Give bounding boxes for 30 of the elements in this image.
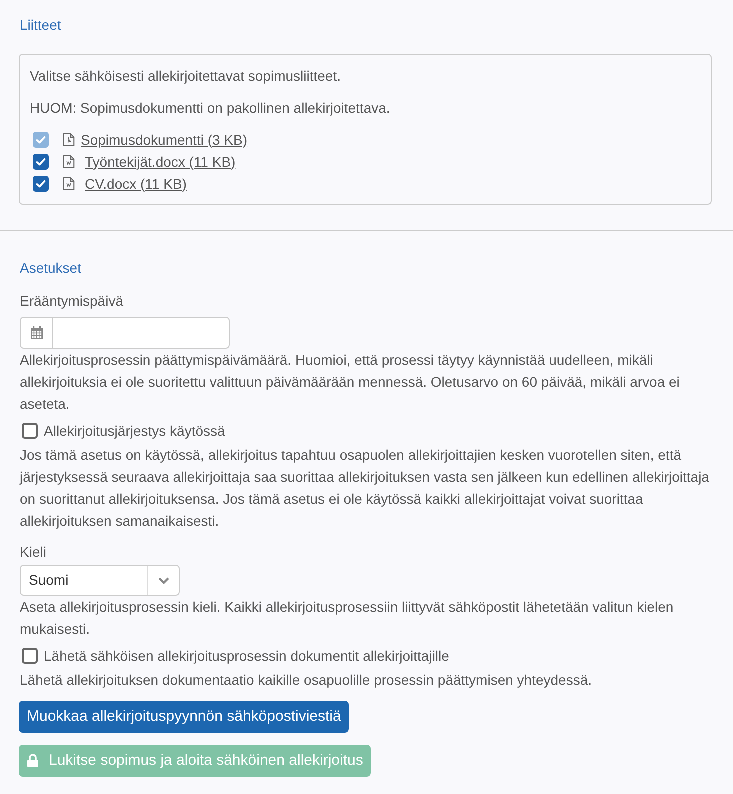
checkbox[interactable] [33, 176, 49, 192]
word-file-icon [63, 177, 75, 191]
section-heading: Liitteet [20, 16, 62, 35]
lock-icon [27, 754, 39, 768]
checkmark-icon [36, 157, 46, 167]
chevron-down-icon [158, 576, 170, 584]
checkbox[interactable] [22, 648, 38, 664]
help-text: Lähetä allekirjoituksen dokumentaatio kaikille osapuolille prosessin päättymisen yhteydessä. [20, 671, 593, 690]
checkbox[interactable] [33, 154, 49, 170]
section-heading: Asetukset [20, 259, 82, 278]
instruction-text: Valitse sähköisesti allekirjoitettavat sopimusliitteet. [30, 67, 342, 86]
file-link[interactable]: Työntekijät.docx (11 KB) [85, 152, 236, 172]
checkbox[interactable] [22, 423, 38, 439]
field-label: Erääntymispäivä [20, 292, 124, 311]
pdf-file-icon [63, 133, 75, 147]
language-select[interactable]: Suomi [20, 565, 180, 596]
checkbox-label: Allekirjoitusjärjestys käytössä [44, 422, 226, 441]
file-link[interactable]: CV.docx (11 KB) [85, 174, 187, 194]
checkmark-icon [36, 179, 46, 189]
word-file-icon [63, 155, 75, 169]
date-input[interactable] [20, 317, 230, 349]
checkmark-icon [36, 135, 46, 145]
instruction-text: HUOM: Sopimusdokumentti on pakollinen allekirjoitettava. [30, 99, 392, 118]
calendar-icon [30, 326, 44, 340]
field-label: Kieli [20, 543, 48, 562]
checkbox-label: Lähetä sähköisen allekirjoitusprosessin dokumentit allekirjoittajille [44, 646, 450, 666]
help-text: Aseta allekirjoitusprosessin kieli. Kaikki allekirjoitusprosessiin liittyvät sähköpostit lähetetään valitun kielen mukaisesti. [20, 598, 675, 639]
help-text: Allekirjoitusprosessin päättymispäivämäärä. Huomioi, että prosessi täytyy käynnistää uudelleen, mikäli allekirjoituksia ei ole suoritettu valittuun päivämäärään mennessä. Oletusarvo on 60 päivää, mikäli arvoa ei aseteta. [20, 351, 681, 414]
help-text: Jos tämä asetus on käytössä, allekirjoitus tapahtuu osapuolen allekirjoittajien kesken vuorotellen siten, että järjestyksessä seuraava allekirjoittaja saa suorittaa allekirjoituksen vasta sen jälkeen kun edellinen allekirjoittaja on suorittanut allekirjoituksensa. Jos tämä asetus ei ole käytössä kaikki allekirjoittajat voivat suorittaa allekirjoituksen samanaikaisesti. [20, 446, 710, 531]
edit-email-button[interactable]: Muokkaa allekirjoituspyynnön sähköpostiviestiä [19, 701, 350, 733]
